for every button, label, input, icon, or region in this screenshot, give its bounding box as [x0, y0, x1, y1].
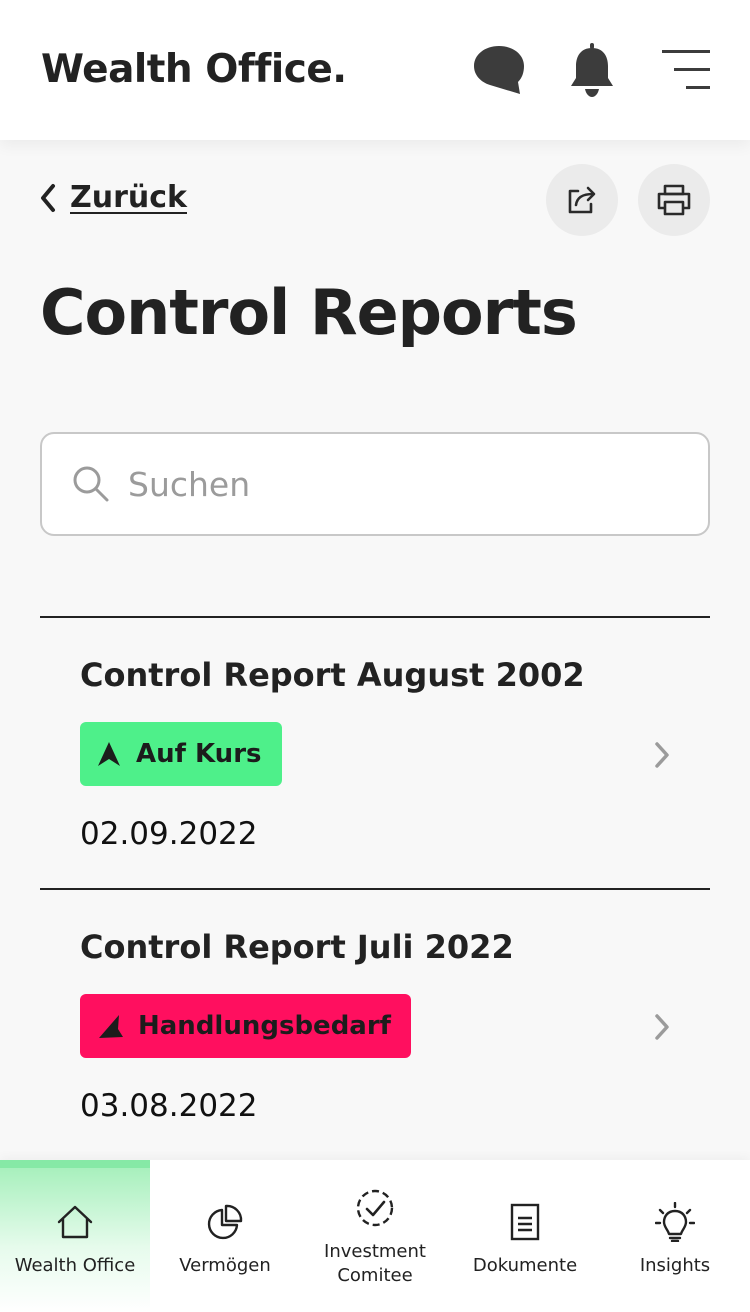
- report-title: Control Report August 2002: [80, 656, 585, 694]
- report-date: 03.08.2022: [80, 1088, 258, 1124]
- nav-item-investment-comitee[interactable]: Investment Comitee: [300, 1160, 450, 1312]
- pie-chart-icon: [207, 1204, 243, 1240]
- search-box[interactable]: [40, 432, 710, 536]
- nav-label: Dokumente: [472, 1255, 578, 1276]
- chevron-right-icon: [655, 1014, 669, 1040]
- nav-label-line1: Investment: [324, 1241, 426, 1262]
- lightbulb-icon: [655, 1202, 695, 1242]
- print-button[interactable]: [638, 164, 710, 236]
- chat-icon[interactable]: [472, 42, 526, 96]
- report-item[interactable]: Control Report Juli 2022 Handlungsbedarf…: [40, 888, 710, 1160]
- status-label: Handlungsbedarf: [138, 1011, 391, 1041]
- report-list: Control Report August 2002 Auf Kurs 02.0…: [40, 616, 710, 1160]
- nav-item-insights[interactable]: Insights: [600, 1160, 750, 1312]
- arrow-tilted-icon: [99, 1015, 123, 1038]
- home-icon: [57, 1205, 93, 1239]
- arrow-up-icon: [98, 742, 120, 766]
- nav-label: Vermögen: [179, 1255, 271, 1276]
- nav-label: Wealth Office: [14, 1255, 136, 1276]
- chevron-left-icon: [41, 183, 55, 212]
- check-circle-icon: [356, 1189, 394, 1227]
- nav-label: Investment Comitee: [300, 1240, 450, 1288]
- report-date: 02.09.2022: [80, 816, 258, 852]
- search-input[interactable]: [128, 464, 668, 504]
- nav-item-vermoegen[interactable]: Vermögen: [150, 1160, 300, 1312]
- status-label: Auf Kurs: [136, 739, 262, 769]
- nav-label: Insights: [639, 1255, 711, 1276]
- brand-logo[interactable]: Wealth Office.: [41, 47, 347, 92]
- status-badge: Handlungsbedarf: [80, 994, 411, 1058]
- report-title: Control Report Juli 2022: [80, 928, 514, 966]
- app-header: Wealth Office.: [0, 0, 750, 140]
- nav-label-line2: Comitee: [337, 1265, 413, 1286]
- back-label: Zurück: [70, 180, 187, 215]
- status-badge: Auf Kurs: [80, 722, 282, 786]
- bottom-nav: Wealth Office Vermögen Investment Comite…: [0, 1160, 750, 1312]
- menu-icon[interactable]: [660, 48, 712, 92]
- nav-item-dokumente[interactable]: Dokumente: [450, 1160, 600, 1312]
- back-link[interactable]: Zurück: [38, 180, 187, 215]
- search-icon: [73, 466, 109, 502]
- nav-item-wealth-office[interactable]: Wealth Office: [0, 1160, 150, 1312]
- page-title: Control Reports: [40, 276, 578, 349]
- report-item[interactable]: Control Report August 2002 Auf Kurs 02.0…: [40, 616, 710, 888]
- print-icon: [657, 184, 691, 216]
- chevron-right-icon: [655, 742, 669, 768]
- bell-icon[interactable]: [568, 42, 616, 98]
- document-icon: [510, 1203, 540, 1241]
- share-icon: [568, 186, 596, 214]
- share-button[interactable]: [546, 164, 618, 236]
